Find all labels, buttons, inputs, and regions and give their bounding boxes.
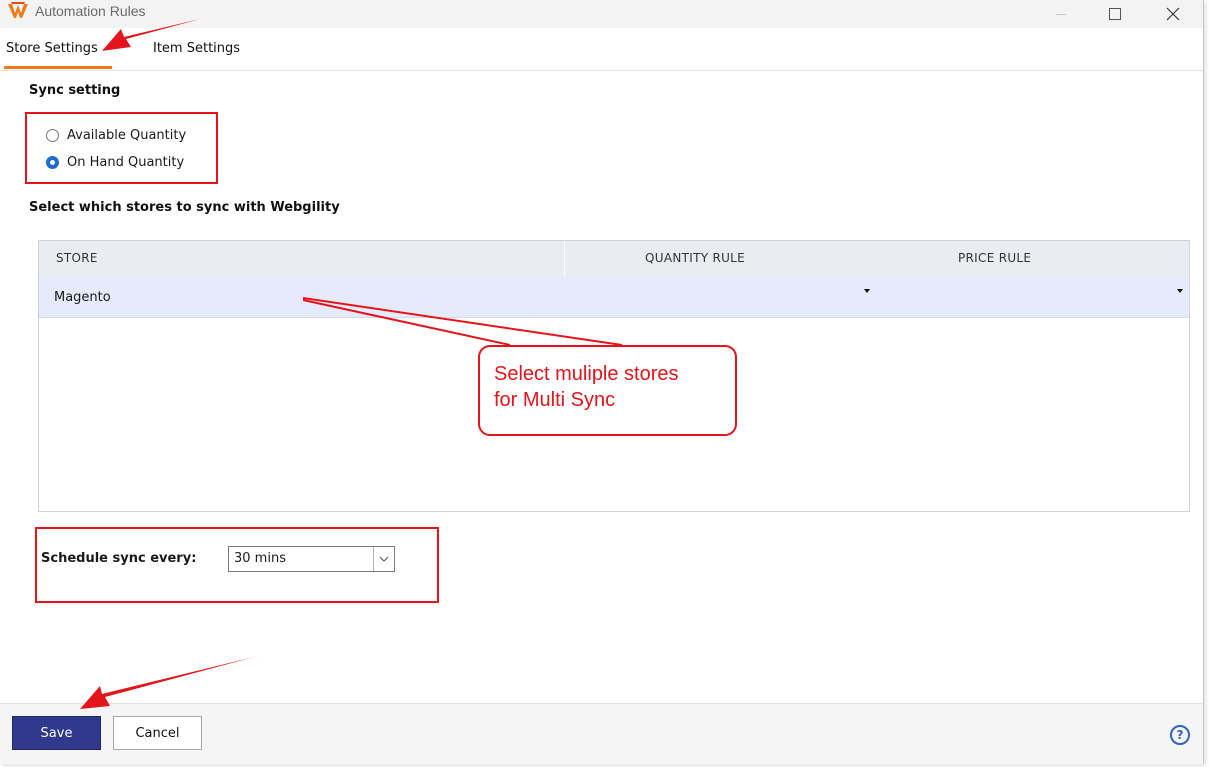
radio-checked-icon [46, 155, 59, 169]
chevron-down-icon [379, 556, 389, 562]
store-name-cell: Magento [54, 290, 111, 305]
sync-setting-heading: Sync setting [29, 83, 121, 98]
maximize-button[interactable] [1092, 0, 1138, 28]
cancel-button[interactable]: Cancel [113, 716, 202, 750]
save-button[interactable]: Save [12, 716, 101, 750]
schedule-interval-value: 30 mins [234, 551, 286, 566]
radio-label: Available Quantity [67, 127, 187, 143]
table-row[interactable]: Magento [39, 277, 1189, 318]
title-bar: Automation Rules [0, 0, 1203, 28]
close-button[interactable] [1150, 0, 1196, 28]
question-circle-icon[interactable]: ? [1170, 725, 1190, 745]
window-title: Automation Rules [35, 3, 146, 19]
schedule-sync-label: Schedule sync every: [41, 551, 197, 566]
webgility-logo-icon [8, 2, 28, 18]
tab-item-settings[interactable]: Item Settings [153, 41, 240, 56]
annotation-box-sync [25, 112, 218, 184]
column-header-store[interactable]: STORE [56, 251, 98, 265]
quantity-rule-dropdown-icon[interactable] [864, 289, 870, 293]
active-tab-indicator [4, 66, 112, 69]
annotation-callout: Select muliple stores for Multi Sync [478, 345, 737, 436]
radio-label: On Hand Quantity [67, 154, 185, 170]
column-header-price-rule[interactable]: PRICE RULE [958, 251, 1031, 265]
schedule-interval-select[interactable]: 30 mins [228, 546, 395, 572]
tab-bar: Store Settings Item Settings [0, 32, 1203, 71]
radio-unchecked-icon [46, 128, 59, 142]
close-icon [1166, 7, 1180, 21]
schedule-dropdown-button[interactable] [373, 547, 394, 571]
minimize-icon [1056, 13, 1066, 15]
callout-text: Select muliple stores for Multi Sync [494, 363, 679, 411]
stores-heading: Select which stores to sync with Webgili… [29, 200, 340, 215]
radio-available-quantity[interactable]: Available Quantity [46, 125, 186, 145]
tab-store-settings[interactable]: Store Settings [6, 41, 98, 56]
grid-header: STORE QUANTITY RULE PRICE RULE [39, 241, 1189, 277]
column-divider [564, 241, 565, 277]
automation-rules-window: Automation Rules Store Settings Item Set… [0, 0, 1204, 764]
column-header-quantity-rule[interactable]: QUANTITY RULE [645, 251, 745, 265]
maximize-icon [1109, 8, 1121, 20]
price-rule-dropdown-icon[interactable] [1177, 289, 1183, 293]
minimize-button[interactable] [1038, 0, 1084, 28]
radio-on-hand-quantity[interactable]: On Hand Quantity [46, 152, 184, 172]
